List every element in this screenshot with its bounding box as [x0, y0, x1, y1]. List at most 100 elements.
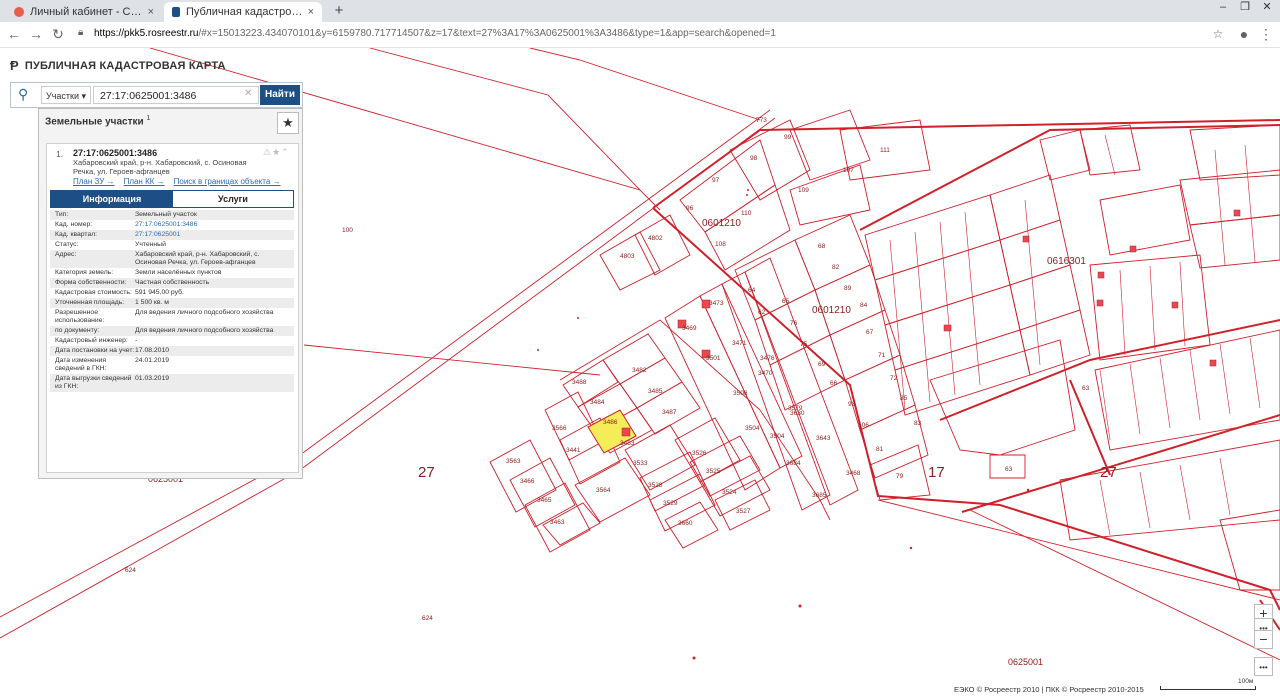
menu-icon[interactable]: ⋮ — [1258, 26, 1274, 42]
parcel-label: 3485 — [648, 388, 663, 395]
forward-icon[interactable]: → — [28, 26, 44, 42]
parcel-label: 3465 — [537, 497, 552, 504]
quarter-label: 27 — [418, 464, 435, 481]
rosreestr-icon — [172, 7, 180, 17]
tab-services[interactable]: Услуги — [173, 191, 293, 207]
parcel-label: 3564 — [596, 487, 611, 494]
info-row: Уточненная площадь: 1 500 кв. м — [50, 298, 294, 308]
zoom-out-button[interactable]: − — [1254, 630, 1273, 649]
close-icon[interactable]: × — [148, 6, 154, 18]
maximize-icon[interactable]: ❐ — [1234, 0, 1256, 16]
search-input[interactable]: 27:17:0625001:3486 — [93, 86, 259, 104]
search-icon[interactable]: ⚲ — [18, 86, 28, 103]
close-icon[interactable]: × — [308, 6, 314, 18]
parcel-label: 3526 — [692, 450, 707, 457]
quarter-number: 0625001 — [1008, 657, 1043, 667]
parcel-label: 3525 — [706, 468, 721, 475]
plan-zu-link[interactable]: План ЗУ → — [73, 177, 115, 186]
parcel-label: 3463 — [550, 519, 565, 526]
parcel-label: 773 — [756, 117, 767, 124]
info-key: Разрешенное использование: — [55, 309, 105, 324]
card-actions-icons[interactable]: ⚠★⌃ — [263, 147, 290, 158]
parcel-label: 3524 — [722, 489, 737, 496]
info-key: Кадастровая стоимость: — [55, 289, 132, 296]
tab-information[interactable]: Информация — [51, 191, 173, 207]
parcel-label: 3488 — [572, 379, 587, 386]
info-value: Хабаровский край, р-н. Хабаровский, с. О… — [135, 251, 260, 266]
quarter-label: 17 — [928, 464, 945, 481]
parcel-label: 108 — [715, 241, 726, 248]
result-cadastral-number[interactable]: 27:17:0625001:3486 — [73, 148, 157, 158]
info-value[interactable]: 27:17:0625001 — [135, 231, 294, 239]
reload-icon[interactable]: ↻ — [50, 26, 66, 42]
quarter-label: 27 — [1100, 464, 1117, 481]
parcel-label: 3529 — [663, 500, 678, 507]
info-row: Кадастровый инженер: - — [50, 336, 294, 346]
info-value[interactable]: 27:17:0625001:3486 — [135, 221, 294, 229]
parcel-label: 3476 — [760, 355, 775, 362]
info-row: Дата постановки на учет: 17.08.2010 — [50, 346, 294, 356]
info-key: Статус: — [55, 241, 79, 248]
parcel-label: 3660 — [678, 520, 693, 527]
plan-kk-link[interactable]: План КК → — [124, 177, 165, 186]
parcel-label: 3504 — [745, 425, 760, 432]
minimize-icon[interactable]: – — [1212, 0, 1234, 16]
address-bar[interactable]: https://pkk5.rosreestr.ru/#x=15013223.43… — [94, 28, 1174, 39]
attribution: ЕЭКО © Росреестр 2010 | ПКК © Росреестр … — [954, 685, 1144, 694]
parcel-label: 111 — [880, 147, 890, 154]
map-menu-button[interactable]: ••• — [1254, 657, 1273, 676]
results-count: 1 — [146, 115, 151, 122]
parcel-label: 64 — [748, 287, 756, 294]
app-header: Ᵽ ПУБЛИЧНАЯ КАДАСТРОВАЯ КАРТА — [10, 58, 226, 73]
parcel-label: 63 — [1082, 385, 1090, 392]
new-tab-button[interactable]: + — [330, 2, 348, 20]
tab-title: Личный кабинет - Сообщения — [30, 6, 144, 18]
parcel-label: 3506 — [733, 390, 748, 397]
parcel-label: 3528 — [648, 482, 663, 489]
parcel-label: 98 — [750, 155, 758, 162]
info-value: Для ведения личного подсобного хозяйства — [135, 327, 274, 334]
search-type-select[interactable]: Участки ▾ — [41, 86, 91, 104]
lock-icon[interactable]: 🔒︎ — [78, 27, 83, 38]
rosreestr-logo-icon: Ᵽ — [10, 58, 19, 73]
info-key: Дата постановки на учет: — [55, 347, 135, 354]
info-key: по документу: — [55, 327, 100, 334]
parcel-label: 93 — [848, 401, 856, 408]
chevron-down-icon: ▾ — [81, 91, 87, 101]
bookmark-star-icon[interactable]: ☆ — [1210, 26, 1226, 42]
parcel-label: 100 — [342, 227, 353, 234]
favorite-star-button[interactable]: ★ — [277, 112, 299, 134]
clear-icon[interactable]: ✕ — [244, 88, 252, 99]
parcel-label: 79 — [896, 473, 904, 480]
info-row: Статус: Учтенный — [50, 240, 294, 250]
tab-active[interactable]: Публичная кадастровая карта × — [164, 2, 322, 22]
parcel-label: 106 — [858, 422, 869, 429]
parcel-label: 3684 — [786, 460, 801, 467]
tab-title: Публичная кадастровая карта — [186, 6, 304, 18]
parcel-label: 3501 — [706, 355, 721, 362]
parcel-label: 62 — [758, 309, 766, 316]
tab-inactive[interactable]: Личный кабинет - Сообщения × — [6, 2, 162, 22]
parcel-label: 3470 — [758, 370, 773, 377]
parcel-label: 3471 — [732, 340, 747, 347]
parcel-label: 4802 — [648, 235, 663, 242]
search-in-bounds-link[interactable]: Поиск в границах объекта → — [174, 177, 281, 186]
info-row: по документу: Для ведения личного подсобн… — [50, 326, 294, 336]
search-button[interactable]: Найти — [260, 85, 300, 105]
info-key: Дата изменения сведений в ГКН: — [55, 357, 107, 372]
back-icon[interactable]: ← — [6, 26, 22, 42]
parcel-label: 3533 — [633, 460, 648, 467]
parcel-label: 75 — [800, 341, 808, 348]
parcel-label: 85 — [900, 395, 908, 402]
info-row: Кад. номер: 27:17:0625001:3486 — [50, 220, 294, 230]
parcel-label: 81 — [876, 446, 884, 453]
parcel-label: 3468 — [846, 470, 861, 477]
window-close-icon[interactable]: ✕ — [1256, 0, 1278, 16]
parcel-label: 69 — [818, 361, 826, 368]
profile-icon[interactable]: ● — [1236, 26, 1252, 42]
info-value: Земельный участок — [135, 211, 197, 218]
info-key: Кад. квартал: — [55, 231, 98, 238]
info-key: Кад. номер: — [55, 221, 93, 228]
url-host: https://pkk5.rosreestr.ru — [94, 28, 199, 39]
parcel-label: 3527 — [736, 508, 751, 515]
